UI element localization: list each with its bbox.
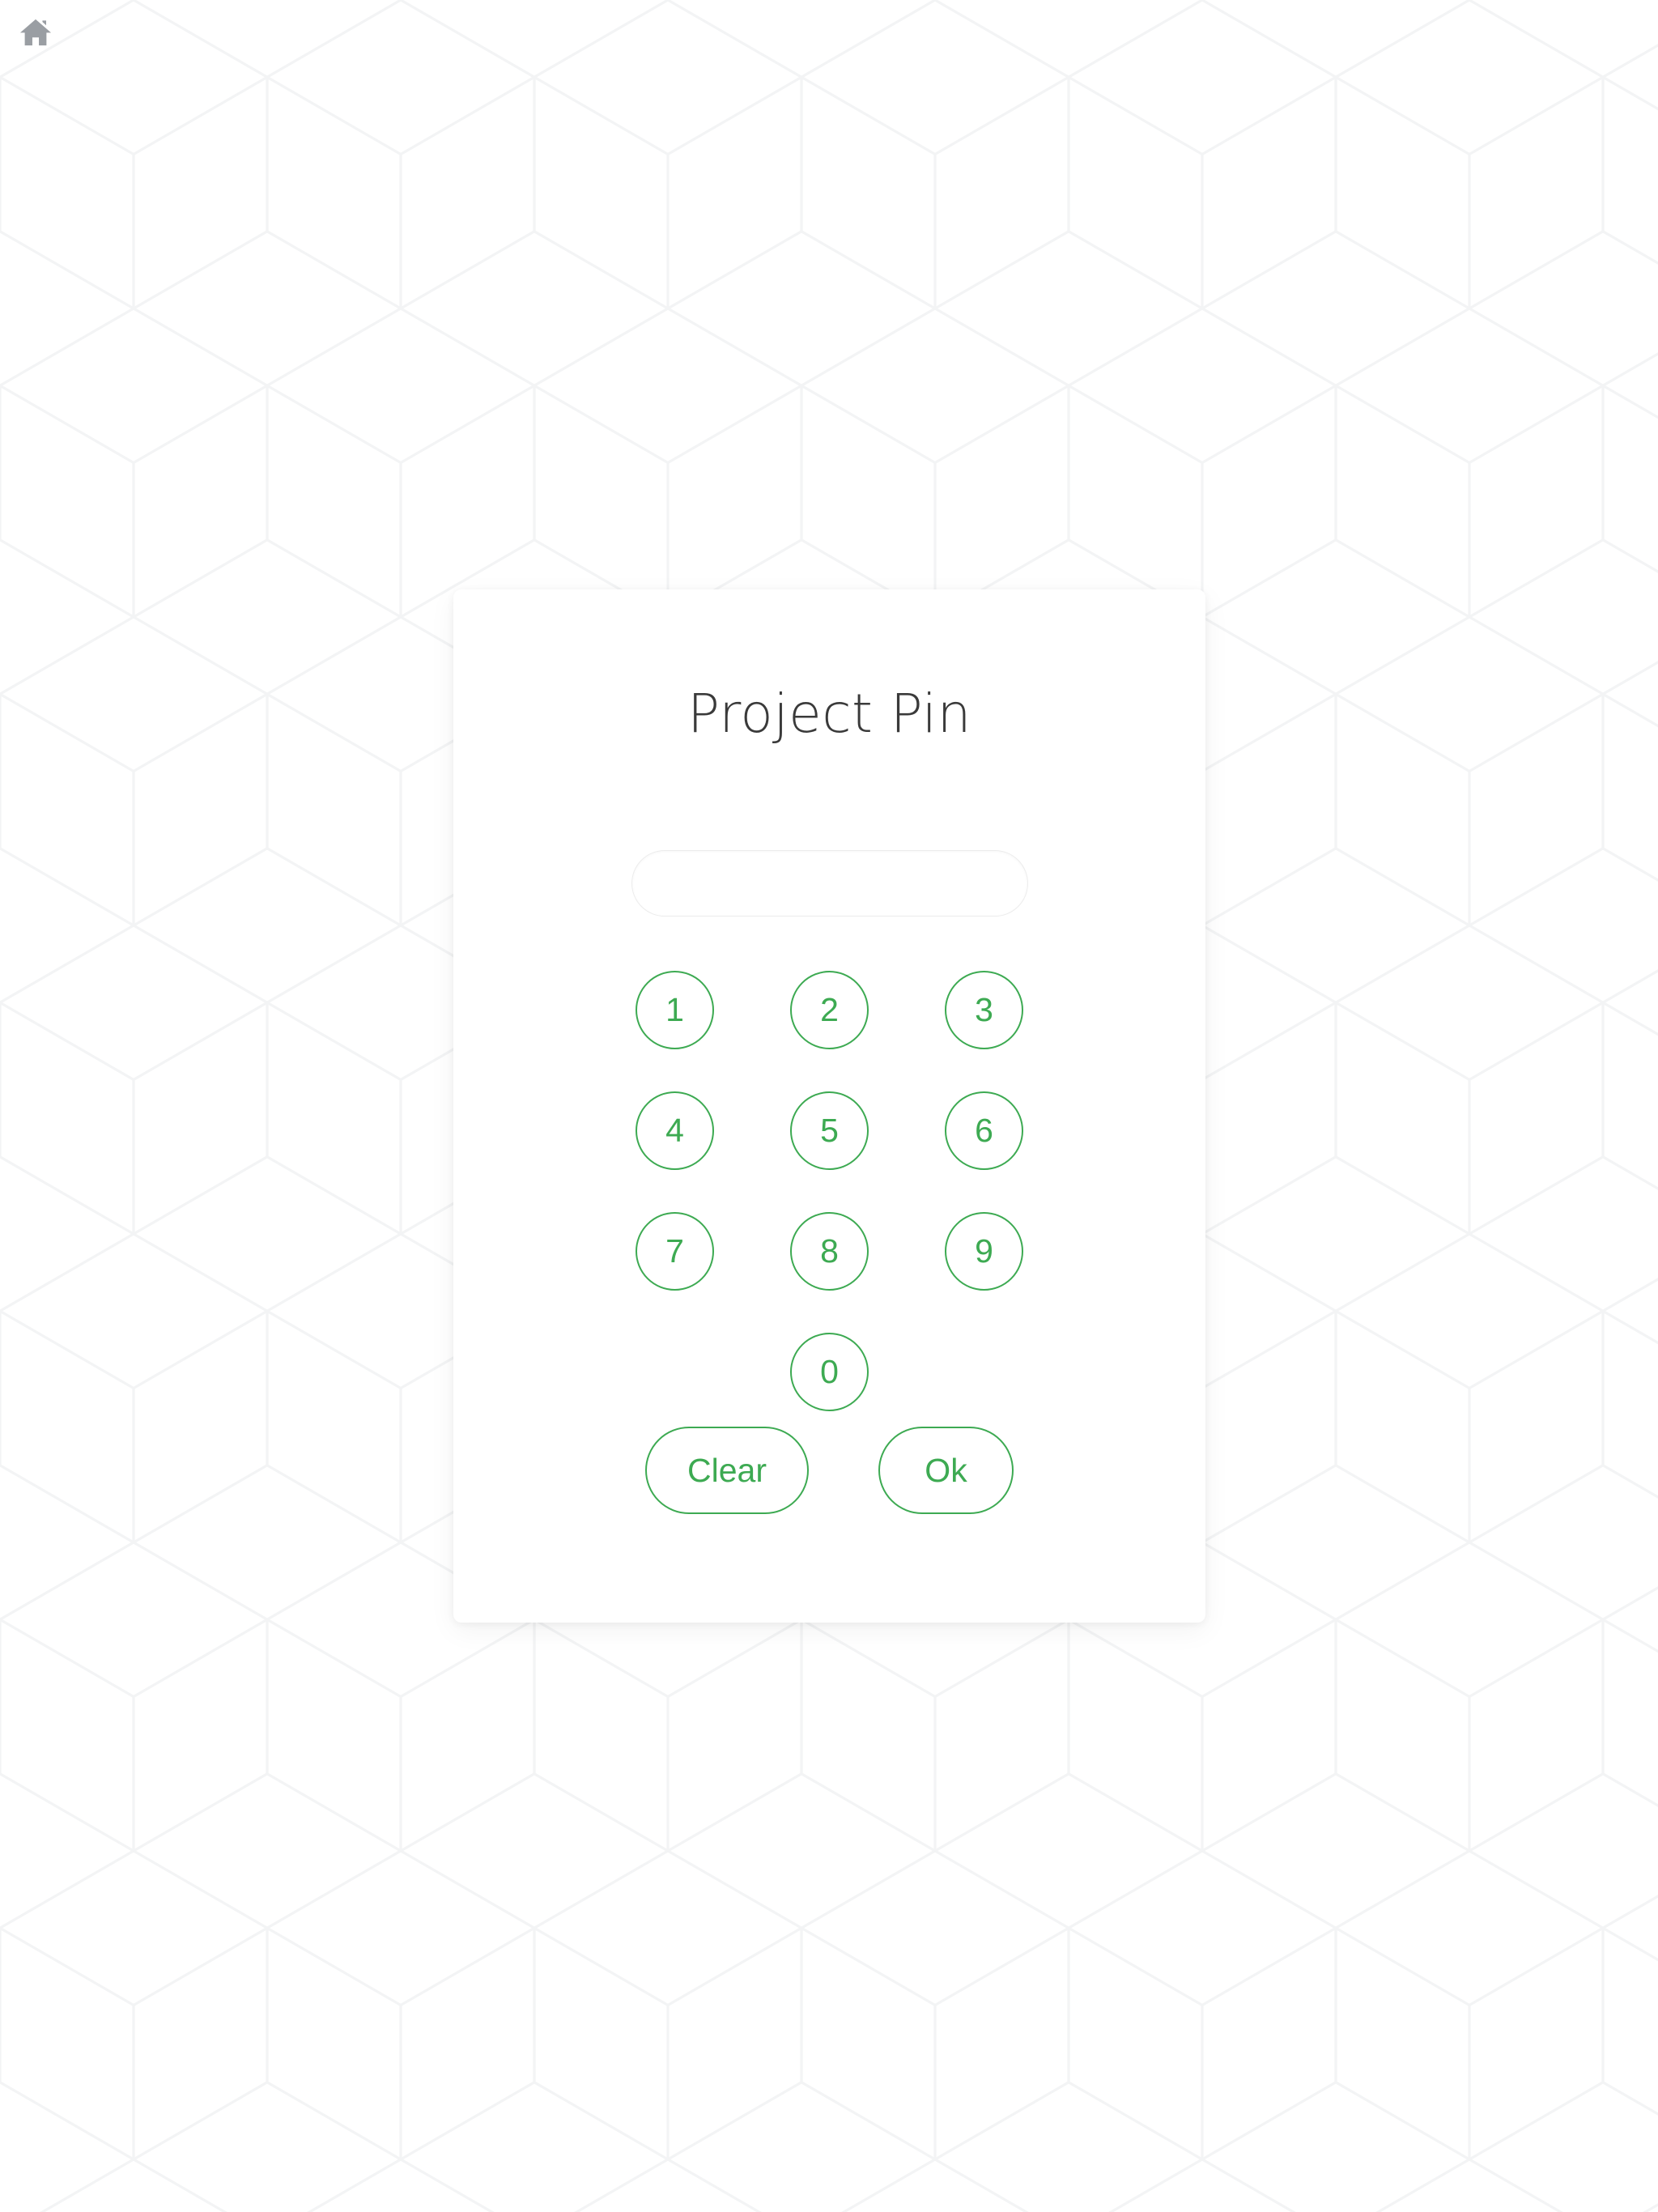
keypad-key-1[interactable]: 1 [636,971,714,1049]
keypad-key-0[interactable]: 0 [790,1333,869,1411]
keypad-key-4[interactable]: 4 [636,1091,714,1170]
page-title: Project Pin [687,683,971,745]
keypad-key-3[interactable]: 3 [945,971,1023,1049]
keypad-key-9[interactable]: 9 [945,1212,1023,1291]
action-row: Clear Ok [453,1427,1205,1514]
keypad: 1 2 3 4 5 6 7 8 9 0 [453,950,1205,1432]
pin-card: Project Pin 1 2 3 4 5 6 7 8 9 0 Clear Ok [453,589,1205,1623]
home-icon-glyph [19,19,52,46]
keypad-key-6[interactable]: 6 [945,1091,1023,1170]
keypad-row-2: 4 5 6 [453,1070,1205,1191]
keypad-row-1: 1 2 3 [453,950,1205,1070]
pin-input[interactable] [631,850,1028,917]
ok-button[interactable]: Ok [878,1427,1014,1514]
keypad-key-8[interactable]: 8 [790,1212,869,1291]
home-icon[interactable] [18,15,53,50]
keypad-key-5[interactable]: 5 [790,1091,869,1170]
keypad-row-3: 7 8 9 [453,1191,1205,1312]
clear-button[interactable]: Clear [645,1427,809,1514]
keypad-key-2[interactable]: 2 [790,971,869,1049]
keypad-row-4: 0 [453,1312,1205,1432]
keypad-key-7[interactable]: 7 [636,1212,714,1291]
